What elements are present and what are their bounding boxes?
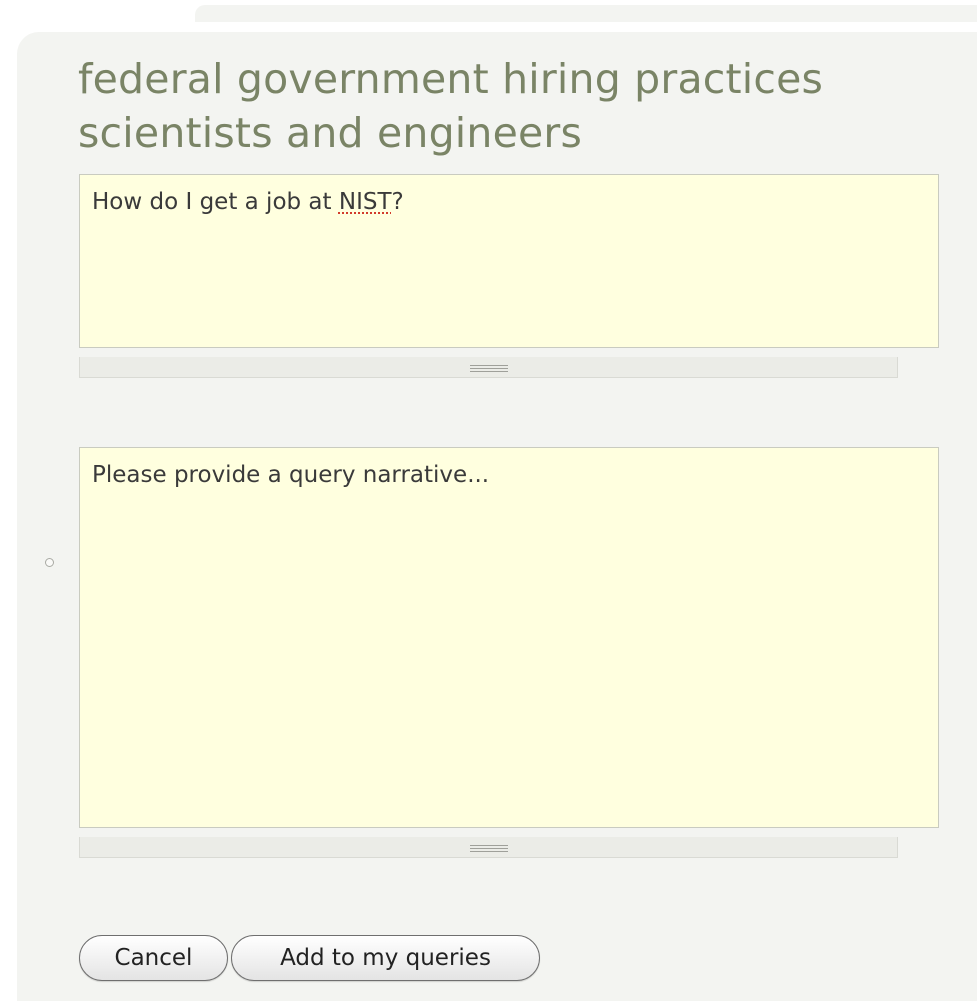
spellcheck-flagged-word: NIST — [338, 189, 392, 215]
query-question-prefix: How do I get a job at — [92, 189, 339, 215]
query-question-textarea[interactable]: How do I get a job at NIST? — [79, 174, 939, 348]
narrative-placeholder: Please provide a query narrative... — [92, 462, 490, 488]
radio-circle-icon[interactable] — [45, 558, 54, 567]
add-to-my-queries-button[interactable]: Add to my queries — [231, 935, 540, 981]
query-title-line1: federal government hiring practices — [78, 55, 824, 103]
query-title-line2: scientists and engineers — [78, 109, 583, 157]
narrative-resize-handle[interactable] — [79, 837, 898, 858]
top-panel-edge — [195, 5, 977, 22]
question-resize-handle[interactable] — [79, 357, 898, 378]
resize-grip-icon — [469, 845, 508, 852]
query-question-suffix: ? — [391, 189, 404, 215]
query-title: federal government hiring practices scien… — [78, 52, 958, 160]
query-narrative-textarea[interactable]: Please provide a query narrative... — [79, 447, 939, 828]
resize-grip-icon — [469, 365, 508, 372]
cancel-button[interactable]: Cancel — [79, 935, 228, 981]
